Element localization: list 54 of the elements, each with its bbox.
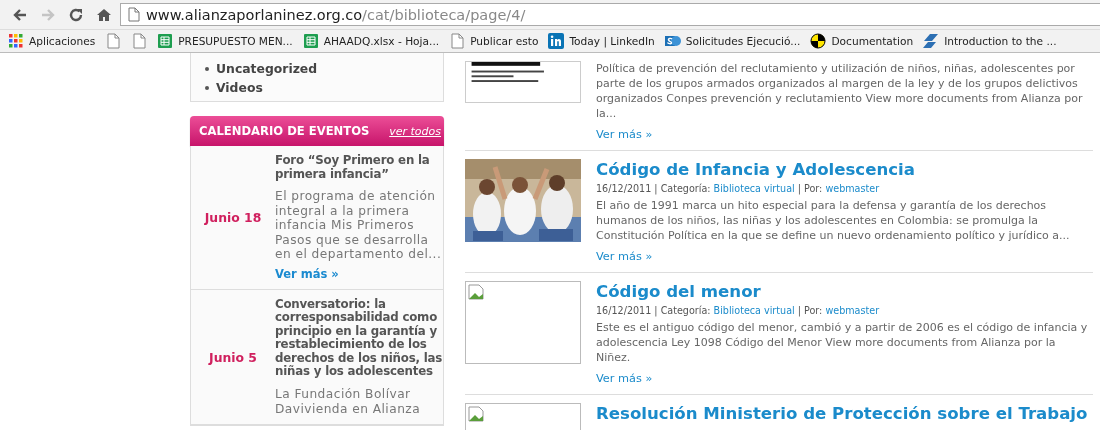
post-title[interactable]: Código de Infancia y Adolescencia (596, 160, 1093, 179)
apps-icon (8, 33, 24, 49)
event-description: La Fundación Bolívar Davivienda en Alianza (275, 386, 422, 417)
category-link[interactable]: Biblioteca virtual (713, 183, 795, 194)
view-all-link[interactable]: ver todos (389, 124, 441, 138)
author-link[interactable]: webmaster (825, 183, 880, 194)
bookmark[interactable]: AHAADQ.xlsx - Hoja... (300, 33, 442, 49)
event-title[interactable]: Conversatorio: la corresponsabilidad como principio en la garantía y restablecimiento de los derechos de los niños, las niñas y los adolescentes (275, 297, 443, 379)
bookmark[interactable]: Today | LinkedIn (546, 33, 657, 49)
reload-icon (68, 6, 84, 23)
event-date: Junio 18 (204, 210, 262, 225)
post-excerpt: Este es el antiguo código del menor, cambió y a partir de 2006 es el código de infancia y adolescencia Ley 1098 Código del Menor View more documents from Alianza por la Niñez. (596, 320, 1089, 365)
url-text: www.alianzaporlaninez.org.co/cat/biblioteca/page/4/ (146, 6, 526, 23)
forward-icon (40, 6, 56, 23)
broken-image-icon (465, 281, 581, 364)
bookmark[interactable]: Introduction to the ... (921, 33, 1059, 49)
spreadsheet-icon (157, 33, 174, 49)
back-icon (12, 6, 28, 23)
bookmark[interactable]: Aplicaciones (6, 33, 98, 49)
crosshair-icon (810, 33, 827, 49)
bookmark[interactable]: Publicar esto (447, 33, 541, 49)
stripes-icon (923, 33, 940, 49)
category-link[interactable]: Biblioteca virtual (713, 305, 795, 316)
bookmark[interactable]: Documentation (808, 33, 916, 49)
post-title[interactable]: Resolución Ministerio de Protección sobre el Trabajo (596, 404, 1093, 423)
page-icon (131, 33, 148, 49)
post-excerpt: El año de 1991 marca un hito especial para la defensa y garantía de los derechos humanos de los niños, las niñas y los adolescentes en Colombia: se promulga la Constitución Política en la que se define un nuevo ordenamiento político y jurídico a... (596, 198, 1071, 243)
linkedin-icon (548, 33, 565, 49)
spreadsheet-icon (302, 33, 319, 49)
page-icon (105, 33, 122, 49)
event-description: El programa de atención integral a la primera infancia Mis Primeros Pasos que se desarrolla en el departamento del... (275, 189, 443, 262)
category-link[interactable]: Videos (216, 80, 263, 95)
post-meta: 16/12/2011 | Categoría: Biblioteca virtual | Por: webmaster (596, 305, 881, 316)
home-icon (96, 6, 112, 23)
category-link[interactable]: Uncategorized (216, 61, 318, 76)
bookmark[interactable]: Solicitudes Ejecució... (662, 33, 803, 49)
bullet-icon (205, 66, 209, 71)
read-more-link[interactable]: Ver más » (596, 250, 653, 263)
post-meta: 16/12/2011 | Categoría: Biblioteca virtual | Por: webmaster (596, 183, 881, 194)
post-title[interactable]: Código del menor (596, 282, 1093, 301)
read-more-link[interactable]: Ver más » (596, 128, 653, 141)
post-excerpt: Política de prevención del reclutamiento y utilización de niños, niñas, adolescentes por parte de los grupos armados organizados al margen de la ley y de los grupos delictivos organizados Conpes prevención y reclutamiento View more documents from Alianza por la... (596, 61, 1084, 121)
address-bar[interactable]: www.alianzaporlaninez.org.co/cat/biblioteca/page/4/ (120, 3, 1100, 26)
sharepoint-icon (664, 33, 681, 49)
bookmark[interactable]: PRESUPUESTO MEN... (155, 33, 295, 49)
page-icon (449, 33, 466, 49)
read-more-link[interactable]: Ver más » (596, 372, 653, 385)
bullet-icon (205, 85, 209, 90)
read-more-link[interactable]: Ver más » (275, 266, 339, 281)
author-link[interactable]: webmaster (825, 305, 880, 316)
event-date: Junio 5 (209, 349, 257, 365)
page-icon (127, 7, 140, 22)
calendar-title: CALENDARIO DE EVENTOS (199, 124, 370, 138)
event-title[interactable]: Foro “Soy Primero en la primera infancia” (275, 154, 443, 181)
